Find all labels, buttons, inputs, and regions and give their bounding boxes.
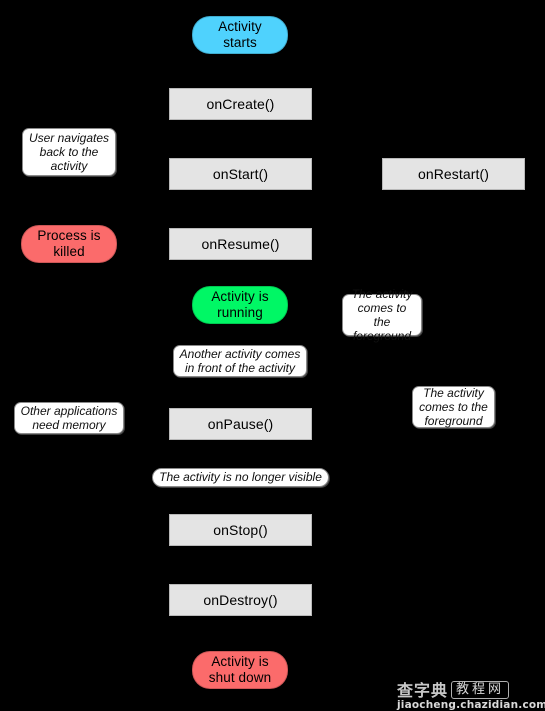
note-activity-no-longer-visible-label: The activity is no longer visible (159, 470, 322, 485)
watermark-url: jiaocheng.chazidian.com (397, 699, 545, 711)
method-box-onstop: onStop() (169, 514, 312, 546)
note-comes-to-foreground-bottom-label: The activity comes to the foreground (419, 385, 488, 429)
method-box-onresume: onResume() (169, 228, 312, 260)
watermark-brand: 查字典 教程网 (397, 680, 510, 700)
note-user-navigates-back-label: User navigates back to the activity (28, 130, 110, 174)
watermark-brand-right: 教程网 (451, 681, 510, 699)
state-activity-shut-down: Activity is shut down (192, 651, 288, 689)
state-activity-running-label: Activity is running (211, 289, 269, 320)
state-process-killed: Process is killed (21, 225, 117, 263)
method-box-onresume-label: onResume() (201, 235, 280, 252)
note-another-activity-in-front-label: Another activity comes in front of the a… (179, 346, 301, 375)
state-activity-shut-down-label: Activity is shut down (208, 654, 272, 685)
method-box-onstart-label: onStart() (212, 165, 269, 182)
state-activity-running: Activity is running (192, 286, 288, 324)
method-box-onstart: onStart() (169, 158, 312, 190)
note-other-applications-need-memory: Other applications need memory (14, 402, 124, 434)
method-box-onrestart: onRestart() (382, 158, 525, 190)
watermark: 查字典 教程网 jiaocheng.chazidian.com (397, 681, 545, 711)
state-activity-starts: Activity starts (192, 16, 288, 54)
method-box-onstop-label: onStop() (213, 521, 268, 538)
note-other-applications-need-memory-label: Other applications need memory (20, 403, 118, 432)
method-box-onpause-label: onPause() (207, 415, 274, 432)
method-box-onrestart-label: onRestart() (417, 165, 490, 182)
note-activity-no-longer-visible: The activity is no longer visible (152, 468, 329, 487)
state-activity-starts-label: Activity starts (218, 19, 262, 50)
note-comes-to-foreground-top: The activity comes to the foreground (342, 287, 422, 343)
method-box-ondestroy-label: onDestroy() (203, 591, 278, 608)
method-box-oncreate: onCreate() (169, 88, 312, 120)
note-comes-to-foreground-top-label: The activity comes to the foreground (351, 286, 413, 344)
method-box-oncreate-label: onCreate() (206, 95, 275, 112)
note-another-activity-in-front: Another activity comes in front of the a… (173, 345, 307, 377)
state-process-killed-label: Process is killed (37, 228, 101, 259)
watermark-brand-left: 查字典 (397, 680, 449, 700)
note-user-navigates-back: User navigates back to the activity (22, 128, 116, 176)
method-box-ondestroy: onDestroy() (169, 584, 312, 616)
note-comes-to-foreground-bottom: The activity comes to the foreground (412, 386, 495, 428)
activity-lifecycle-diagram: Activity starts Process is killed Activi… (0, 0, 545, 711)
method-box-onpause: onPause() (169, 408, 312, 440)
